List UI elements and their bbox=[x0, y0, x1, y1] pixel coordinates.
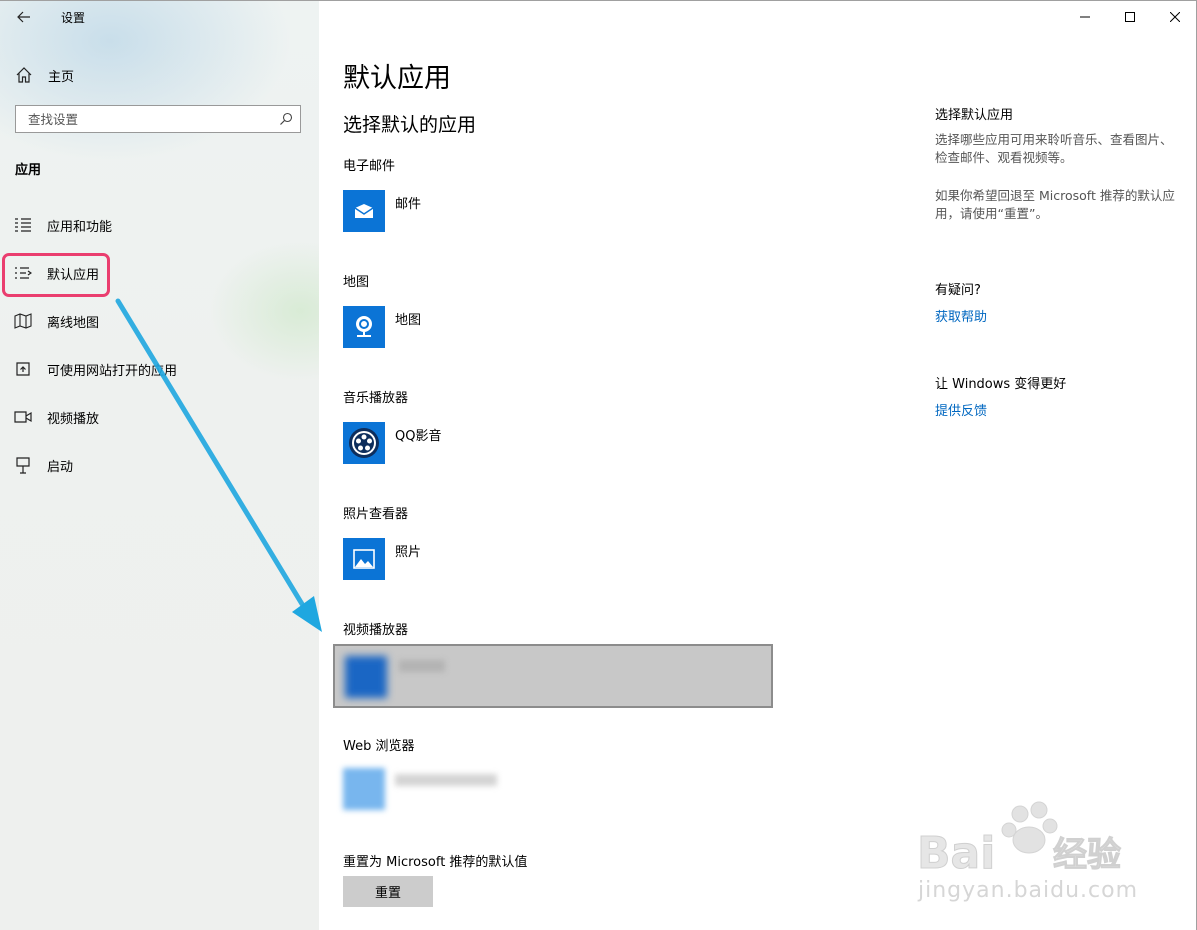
app-name: 照片 bbox=[395, 545, 422, 560]
qq-player-icon bbox=[343, 422, 385, 464]
sidebar-item-label: 启动 bbox=[47, 459, 74, 475]
svg-text:Bai: Bai bbox=[917, 828, 995, 879]
app-name: QQ影音 bbox=[395, 429, 442, 444]
category-label-photos: 照片查看器 bbox=[343, 507, 409, 522]
sidebar-item-label: 离线地图 bbox=[47, 315, 100, 331]
app-name bbox=[395, 774, 497, 786]
offline-map-icon bbox=[14, 312, 32, 330]
window-title: 设置 bbox=[61, 11, 86, 25]
get-help-link[interactable]: 获取帮助 bbox=[935, 306, 987, 325]
video-icon bbox=[14, 408, 32, 426]
page-title: 默认应用 bbox=[343, 63, 451, 94]
minimize-icon bbox=[1080, 16, 1090, 18]
close-button[interactable] bbox=[1153, 3, 1197, 31]
default-app-music[interactable]: QQ影音 bbox=[343, 422, 441, 466]
help-text-reset: 如果你希望回退至 Microsoft 推荐的默认应用，请使用“重置”。 bbox=[935, 188, 1175, 221]
sidebar-item-label: 可使用网站打开的应用 bbox=[47, 363, 178, 379]
photos-icon bbox=[343, 538, 385, 580]
startup-icon bbox=[14, 456, 32, 474]
questions-heading: 有疑问? bbox=[935, 283, 981, 298]
search-input[interactable] bbox=[26, 111, 270, 128]
give-feedback-link[interactable]: 提供反馈 bbox=[935, 400, 987, 419]
reset-button[interactable]: 重置 bbox=[343, 876, 433, 907]
category-label-video: 视频播放器 bbox=[343, 623, 409, 638]
feedback-heading: 让 Windows 变得更好 bbox=[935, 377, 1067, 392]
default-app-maps[interactable]: 地图 bbox=[343, 306, 421, 350]
page-subtitle: 选择默认的应用 bbox=[343, 114, 477, 136]
map-pin-icon bbox=[343, 306, 385, 348]
watermark-url: jingyan.baidu.com bbox=[918, 878, 1139, 903]
sidebar-item-startup[interactable]: 启动 bbox=[0, 447, 319, 483]
default-app-email[interactable]: 邮件 bbox=[343, 190, 421, 234]
minimize-button[interactable] bbox=[1063, 3, 1107, 31]
back-button[interactable] bbox=[12, 7, 36, 29]
mail-icon bbox=[343, 190, 385, 232]
app-name bbox=[399, 660, 445, 672]
highlight-annotation bbox=[2, 253, 110, 297]
sidebar-item-apps-features[interactable]: 应用和功能 bbox=[0, 207, 319, 243]
maximize-button[interactable] bbox=[1108, 3, 1152, 31]
sidebar-item-label: 应用和功能 bbox=[47, 219, 113, 235]
blurred-app-icon bbox=[345, 656, 387, 698]
sidebar-item-video-playback[interactable]: 视频播放 bbox=[0, 399, 319, 435]
home-icon bbox=[16, 67, 32, 83]
sidebar-item-offline-maps[interactable]: 离线地图 bbox=[0, 303, 319, 339]
open-web-icon bbox=[14, 360, 32, 378]
search-box[interactable] bbox=[15, 105, 301, 133]
apps-list-icon bbox=[14, 216, 32, 234]
default-app-video[interactable] bbox=[333, 644, 773, 708]
reset-label: 重置为 Microsoft 推荐的默认值 bbox=[343, 855, 528, 870]
nav-home[interactable]: 主页 bbox=[14, 64, 74, 86]
blurred-browser-icon[interactable] bbox=[343, 768, 385, 810]
maximize-icon bbox=[1125, 12, 1135, 22]
search-icon bbox=[280, 112, 293, 125]
category-label-maps: 地图 bbox=[343, 275, 370, 290]
app-name: 邮件 bbox=[395, 197, 422, 212]
category-label-email: 电子邮件 bbox=[343, 159, 396, 174]
svg-text:经验: 经验 bbox=[1053, 835, 1121, 875]
sidebar-item-apps-for-websites[interactable]: 可使用网站打开的应用 bbox=[0, 351, 319, 387]
help-text: 选择哪些应用可用来聆听音乐、查看图片、检查邮件、观看视频等。 bbox=[935, 132, 1173, 165]
category-label-music: 音乐播放器 bbox=[343, 391, 409, 406]
close-icon bbox=[1170, 12, 1180, 22]
app-name: 地图 bbox=[395, 313, 422, 328]
category-label-browser: Web 浏览器 bbox=[343, 739, 415, 754]
sidebar: 设置 主页 应用 应用和功能 默认应用 离线地图 bbox=[0, 1, 319, 930]
help-heading: 选择默认应用 bbox=[935, 108, 1014, 123]
sidebar-item-label: 视频播放 bbox=[47, 411, 100, 427]
section-title: 应用 bbox=[15, 163, 42, 178]
nav-home-label: 主页 bbox=[48, 69, 75, 85]
arrow-left-icon bbox=[17, 11, 30, 23]
default-app-photos[interactable]: 照片 bbox=[343, 538, 421, 582]
